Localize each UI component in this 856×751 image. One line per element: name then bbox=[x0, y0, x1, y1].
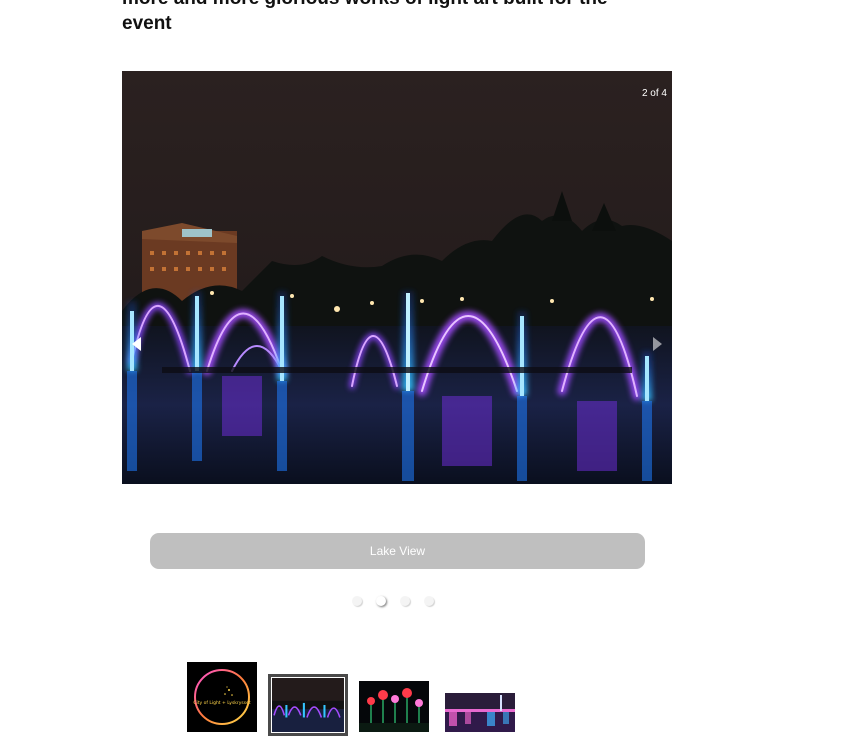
previous-arrow-icon[interactable] bbox=[132, 337, 141, 351]
slide-counter: 2 of 4 bbox=[641, 88, 667, 99]
slide-dot-2[interactable] bbox=[376, 596, 386, 606]
thumbnail-light-flowers[interactable] bbox=[359, 681, 429, 732]
thumbnail-river-bridge[interactable] bbox=[445, 693, 515, 732]
light-flowers-thumbnail-image bbox=[359, 681, 429, 732]
thumbnail-logo[interactable]: City of Light + Lyskrysset bbox=[187, 662, 257, 732]
slide-dot-1[interactable] bbox=[352, 596, 362, 606]
thumbnail-fountains[interactable] bbox=[268, 674, 348, 736]
fountain-night-photo bbox=[122, 71, 672, 484]
slide-dot-3[interactable] bbox=[400, 596, 410, 606]
slide-pagination bbox=[352, 596, 452, 610]
city-of-light-logo: City of Light + Lyskrysset bbox=[187, 662, 257, 732]
river-bridge-thumbnail-image bbox=[445, 693, 515, 732]
slideshow-image-fountains[interactable]: 2 of 4 bbox=[122, 71, 672, 484]
logo-text: City of Light + Lyskrysset bbox=[193, 700, 251, 706]
next-arrow-icon[interactable] bbox=[653, 337, 662, 351]
fountain-thumbnail-image bbox=[272, 678, 344, 732]
article-heading: more and more glorious works of light ar… bbox=[122, 0, 608, 34]
slide-caption: Lake View bbox=[150, 533, 645, 569]
slide-dot-4[interactable] bbox=[424, 596, 434, 606]
